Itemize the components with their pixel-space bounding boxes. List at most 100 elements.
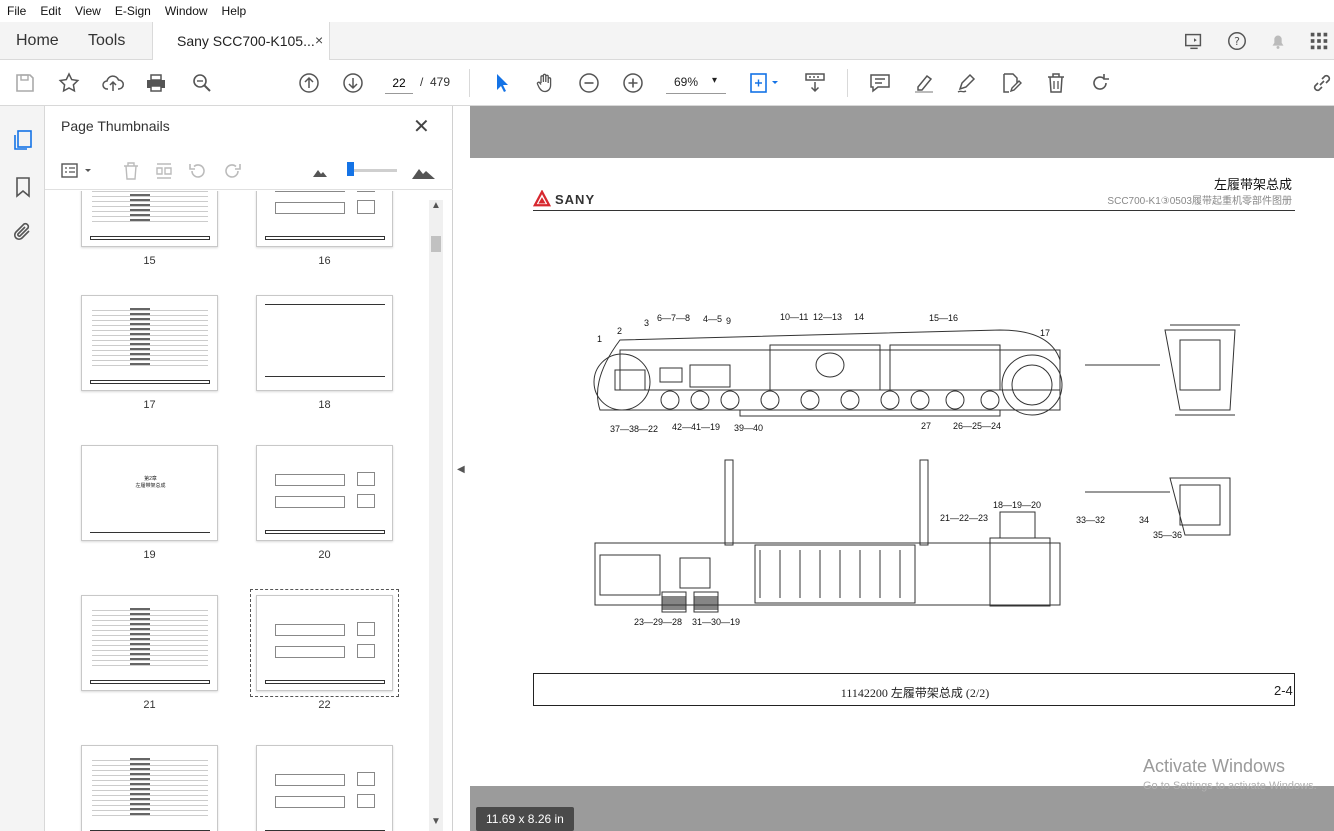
menu-file[interactable]: File [0, 4, 33, 18]
callout: 37—38—22 [610, 424, 659, 434]
thumbnail-page-number: 21 [143, 699, 156, 711]
thumbnail-page-number: 15 [143, 255, 156, 267]
next-page-icon[interactable] [341, 71, 365, 95]
thumbnail-page-number: 17 [143, 399, 156, 411]
callout: 15—16 [929, 313, 959, 323]
callout: 14 [854, 312, 865, 322]
close-panel-button[interactable]: ✕ [413, 114, 430, 139]
thumbnail-size-slider[interactable] [347, 169, 397, 172]
thumbnails-panel: Page Thumbnails ✕ 15 16 17 18 第2章 左履带架总成 19 20 2… [45, 106, 453, 831]
callout: 9 [726, 316, 732, 326]
thumbnail-scrollbar[interactable]: ▲ ▼ [429, 200, 443, 831]
callout: 3 [644, 318, 650, 328]
zoom-in-icon[interactable] [621, 71, 645, 95]
zoom-dropdown[interactable]: 69% ▾ [666, 72, 726, 94]
collapse-arrow-icon[interactable]: ◀ [457, 464, 465, 475]
close-tab-button[interactable]: × [315, 32, 323, 48]
page-thumbnail[interactable] [256, 191, 393, 247]
scroll-down-icon[interactable]: ▼ [431, 816, 441, 827]
tab-document[interactable]: Sany SCC700-K105... × [152, 22, 330, 61]
extract-pages-icon[interactable] [153, 160, 175, 182]
edit-text-icon[interactable] [999, 71, 1023, 95]
thumbnail-page-number: 19 [143, 549, 156, 561]
svg-text:?: ? [1234, 35, 1240, 48]
page-thumbnail[interactable] [256, 745, 393, 831]
panel-collapse-handle[interactable]: ◀ [453, 106, 470, 831]
zoom-out-icon[interactable] [577, 71, 601, 95]
redo-icon[interactable] [1088, 71, 1112, 95]
save-icon[interactable] [13, 71, 37, 95]
callout: 17 [1040, 328, 1051, 338]
callout: 1 [597, 334, 603, 344]
select-cursor-icon[interactable] [490, 71, 514, 95]
page-thumbnail[interactable]: 第2章 左履带架总成 [81, 445, 218, 541]
bookmark-icon[interactable] [11, 175, 35, 199]
menu-esign[interactable]: E-Sign [108, 4, 158, 18]
delete-pages-icon[interactable] [120, 160, 142, 182]
selected-thumbnail-outline [250, 589, 399, 697]
slider-knob[interactable] [347, 162, 354, 176]
drawing-title: 11142200 左履带架总成 (2/2) [840, 686, 990, 700]
callout: 2 [617, 326, 623, 336]
thumbnail-chapter-text: 第2章 左履带架总成 [135, 476, 166, 489]
page-thumbnail[interactable] [81, 595, 218, 691]
menu-edit[interactable]: Edit [33, 4, 68, 18]
scrollbar-thumb[interactable] [431, 236, 441, 252]
page-number-label: 2-4 [1274, 683, 1293, 698]
rotate-left-icon[interactable] [187, 160, 209, 182]
toolbar-divider [469, 69, 470, 97]
callout: 34 [1139, 515, 1150, 525]
tab-home[interactable]: Home [16, 32, 59, 50]
small-mountain-icon[interactable] [310, 160, 332, 182]
title-block: 11142200 左履带架总成 (2/2) 2-4 [533, 673, 1295, 706]
apps-grid-icon[interactable] [1308, 30, 1330, 52]
scroll-up-icon[interactable]: ▲ [431, 200, 441, 211]
delete-icon[interactable] [1044, 71, 1068, 95]
print-icon[interactable] [144, 71, 168, 95]
rotate-right-icon[interactable] [221, 160, 243, 182]
menu-view[interactable]: View [68, 4, 108, 18]
page-thumbnails-icon[interactable] [11, 128, 35, 152]
page-thumbnail[interactable] [81, 295, 218, 391]
star-icon[interactable] [57, 71, 81, 95]
navigation-rail [0, 106, 45, 831]
sany-logo-icon [533, 190, 551, 207]
find-zoom-icon[interactable] [190, 71, 214, 95]
sany-logo: SANY [533, 190, 595, 208]
upload-cloud-icon[interactable] [101, 71, 125, 95]
toolbar-divider [847, 69, 848, 97]
help-icon[interactable]: ? [1226, 30, 1248, 52]
page-thumbnail[interactable] [256, 445, 393, 541]
menu-help[interactable]: Help [215, 4, 254, 18]
draw-pen-icon[interactable] [955, 71, 979, 95]
link-icon[interactable] [1310, 71, 1334, 95]
paperclip-icon[interactable] [11, 220, 35, 244]
zoom-value: 69% [674, 75, 699, 89]
callout: 33—32 [1076, 515, 1106, 525]
page-subheading: SCC700-K1③0503履带起重机零部件图册 [1107, 196, 1292, 207]
fit-page-icon[interactable] [748, 71, 782, 95]
page-thumbnail[interactable] [81, 191, 218, 247]
share-screen-icon[interactable] [1183, 30, 1205, 52]
comment-icon[interactable] [868, 71, 892, 95]
page-thumbnail[interactable] [81, 745, 218, 831]
panel-toolbar [45, 150, 453, 190]
callout: 39—40 [734, 423, 764, 433]
brand-name: SANY [555, 191, 596, 207]
tab-tools[interactable]: Tools [88, 32, 125, 50]
highlight-pen-icon[interactable] [912, 71, 936, 95]
callout: 18—19—20 [993, 500, 1042, 510]
callout: 6—7—8 [657, 313, 691, 323]
thumbnail-page-number: 22 [318, 699, 331, 711]
bell-icon[interactable] [1267, 30, 1289, 52]
menu-window[interactable]: Window [158, 4, 215, 18]
page-thumbnail[interactable] [256, 295, 393, 391]
previous-page-icon[interactable] [297, 71, 321, 95]
header-rule [533, 210, 1295, 211]
thumbnail-options-icon[interactable] [60, 160, 94, 182]
large-mountain-icon[interactable] [411, 160, 437, 182]
hand-tool-icon[interactable] [533, 71, 557, 95]
thumbnail-page-number: 18 [318, 399, 331, 411]
page-number-input[interactable] [385, 72, 413, 94]
scroll-mode-icon[interactable] [803, 71, 827, 95]
